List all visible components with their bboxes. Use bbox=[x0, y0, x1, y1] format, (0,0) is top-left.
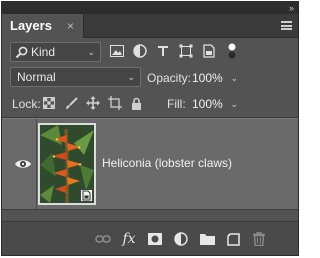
lock-transparent-pixels-icon[interactable] bbox=[42, 96, 56, 110]
new-adjustment-layer-icon[interactable] bbox=[172, 230, 190, 248]
chevron-down-icon: ⌄ bbox=[127, 72, 135, 82]
layer-thumbnail[interactable] bbox=[38, 123, 96, 205]
collapse-panel-icon[interactable]: » bbox=[289, 3, 294, 13]
eye-visibility-icon[interactable] bbox=[14, 157, 32, 171]
layers-panel: » Layers × Kind ⌄ Normal ⌄ Opacity: 100%… bbox=[1, 1, 299, 256]
fill-field[interactable]: 100% ⌄ bbox=[192, 93, 240, 113]
smart-object-badge-icon bbox=[80, 189, 93, 202]
layer-filter-row: Kind ⌄ bbox=[2, 39, 298, 63]
opacity-value: 100% bbox=[192, 71, 223, 85]
blending-row: Normal ⌄ Opacity: 100% ⌄ bbox=[2, 65, 298, 89]
link-layers-icon[interactable] bbox=[94, 230, 112, 248]
layer-style-icon[interactable]: fx bbox=[120, 230, 138, 248]
shape-layer-filter-icon[interactable] bbox=[178, 43, 194, 59]
lock-position-icon[interactable] bbox=[86, 96, 100, 110]
tab-layers[interactable]: Layers × bbox=[2, 14, 84, 38]
close-tab-icon[interactable]: × bbox=[67, 19, 74, 33]
lock-artboard-icon[interactable] bbox=[108, 96, 122, 110]
smart-object-filter-icon[interactable] bbox=[201, 43, 217, 59]
new-layer-icon[interactable] bbox=[224, 230, 242, 248]
layer-name[interactable]: Heliconia (lobster claws) bbox=[102, 156, 232, 170]
panel-title-bar: » bbox=[2, 2, 298, 14]
chevron-down-icon: ⌄ bbox=[87, 47, 95, 57]
lock-all-icon[interactable] bbox=[129, 96, 143, 110]
add-mask-icon[interactable] bbox=[146, 230, 164, 248]
layer-row[interactable]: Heliconia (lobster claws) bbox=[2, 118, 298, 210]
new-group-icon[interactable] bbox=[198, 230, 216, 248]
fill-label: Fill: bbox=[167, 97, 186, 111]
layers-footer-toolbar: fx bbox=[2, 221, 298, 255]
panel-tab-row: Layers × bbox=[2, 14, 298, 38]
adjustment-layer-filter-icon[interactable] bbox=[132, 43, 148, 59]
blend-mode-value: Normal bbox=[17, 70, 56, 84]
tab-layers-label: Layers bbox=[10, 18, 52, 33]
lock-image-pixels-icon[interactable] bbox=[64, 96, 78, 110]
hamburger-menu-icon[interactable] bbox=[281, 21, 292, 30]
filter-toggle-icon[interactable] bbox=[224, 43, 240, 59]
opacity-field[interactable]: 100% ⌄ bbox=[192, 67, 240, 87]
pixel-layer-filter-icon[interactable] bbox=[109, 43, 125, 59]
visibility-column-separator bbox=[36, 119, 37, 209]
layer-list: Heliconia (lobster claws) bbox=[2, 118, 298, 210]
blend-mode-select[interactable]: Normal ⌄ bbox=[10, 67, 141, 87]
delete-layer-icon[interactable] bbox=[250, 230, 268, 248]
opacity-label: Opacity: bbox=[147, 71, 192, 85]
filter-kind-select[interactable]: Kind ⌄ bbox=[10, 42, 101, 62]
type-layer-filter-icon[interactable] bbox=[155, 43, 171, 59]
filter-kind-label: Kind bbox=[31, 45, 56, 59]
lock-label: Lock: bbox=[12, 97, 41, 111]
lock-row: Lock: Fill: 100% ⌄ bbox=[2, 91, 298, 115]
chevron-down-icon[interactable]: ⌄ bbox=[230, 99, 238, 110]
fill-value: 100% bbox=[192, 97, 223, 111]
search-icon bbox=[15, 46, 28, 59]
chevron-down-icon[interactable]: ⌄ bbox=[230, 73, 238, 84]
